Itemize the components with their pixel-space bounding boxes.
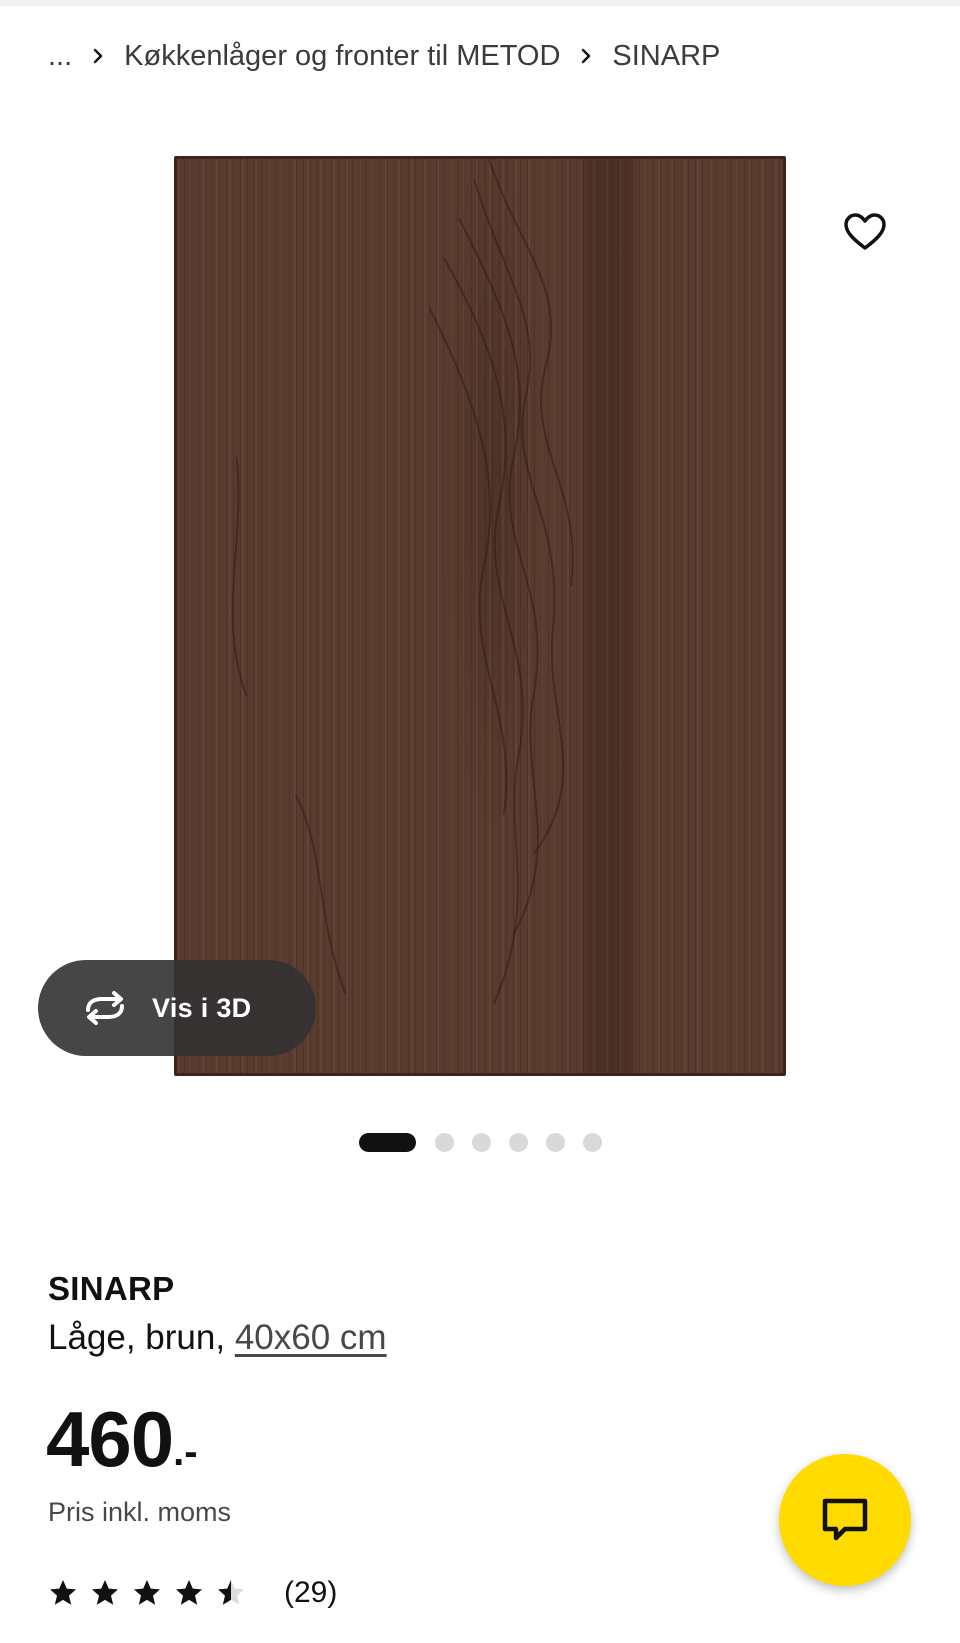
product-size-link[interactable]: 40x60 cm bbox=[235, 1318, 387, 1357]
star-icon bbox=[92, 1580, 118, 1605]
price-note: Pris inkl. moms bbox=[48, 1497, 232, 1527]
product-name: SINARP bbox=[48, 1270, 175, 1307]
star-icon bbox=[176, 1580, 202, 1605]
rotate-3d-icon bbox=[86, 991, 124, 1025]
star-icon bbox=[134, 1580, 160, 1605]
product-rating[interactable]: (29) bbox=[48, 1573, 337, 1613]
breadcrumb: ... Køkkenlåger og fronter til METOD SIN… bbox=[48, 36, 720, 76]
product-gallery: Vis i 3D bbox=[0, 120, 960, 1090]
carousel-dot-1[interactable] bbox=[358, 1132, 416, 1152]
heart-icon bbox=[844, 213, 886, 250]
review-count: (29) bbox=[284, 1576, 338, 1609]
carousel-dot-3[interactable] bbox=[471, 1132, 491, 1152]
carousel-dot-5[interactable] bbox=[545, 1132, 565, 1152]
carousel-dots bbox=[0, 1132, 960, 1152]
half-star-icon bbox=[218, 1580, 244, 1605]
wood-grain-pattern bbox=[231, 159, 574, 1004]
product-price: 460 .- bbox=[46, 1398, 198, 1480]
carousel-dot-6[interactable] bbox=[582, 1132, 602, 1152]
top-edge bbox=[0, 0, 960, 6]
view-in-3d-button[interactable]: Vis i 3D bbox=[38, 960, 316, 1056]
product-image[interactable] bbox=[174, 156, 786, 1076]
price-suffix: .- bbox=[173, 1430, 198, 1474]
product-description-text: Låge, brun, bbox=[48, 1318, 226, 1357]
chat-button[interactable] bbox=[779, 1454, 911, 1586]
product-description: Låge, brun, 40x60 cm bbox=[48, 1318, 387, 1358]
view-in-3d-label: Vis i 3D bbox=[152, 992, 252, 1023]
chevron-right-icon bbox=[92, 48, 104, 64]
favorite-button[interactable] bbox=[838, 205, 892, 259]
price-integer: 460 bbox=[46, 1395, 174, 1483]
star-icon bbox=[50, 1580, 76, 1605]
breadcrumb-category[interactable]: Køkkenlåger og fronter til METOD bbox=[124, 40, 560, 73]
chat-icon bbox=[822, 1498, 868, 1541]
breadcrumb-ellipsis[interactable]: ... bbox=[48, 40, 72, 73]
carousel-dot-2[interactable] bbox=[434, 1132, 454, 1152]
breadcrumb-current[interactable]: SINARP bbox=[612, 40, 720, 73]
carousel-dot-4[interactable] bbox=[508, 1132, 528, 1152]
chevron-right-icon bbox=[580, 48, 592, 64]
